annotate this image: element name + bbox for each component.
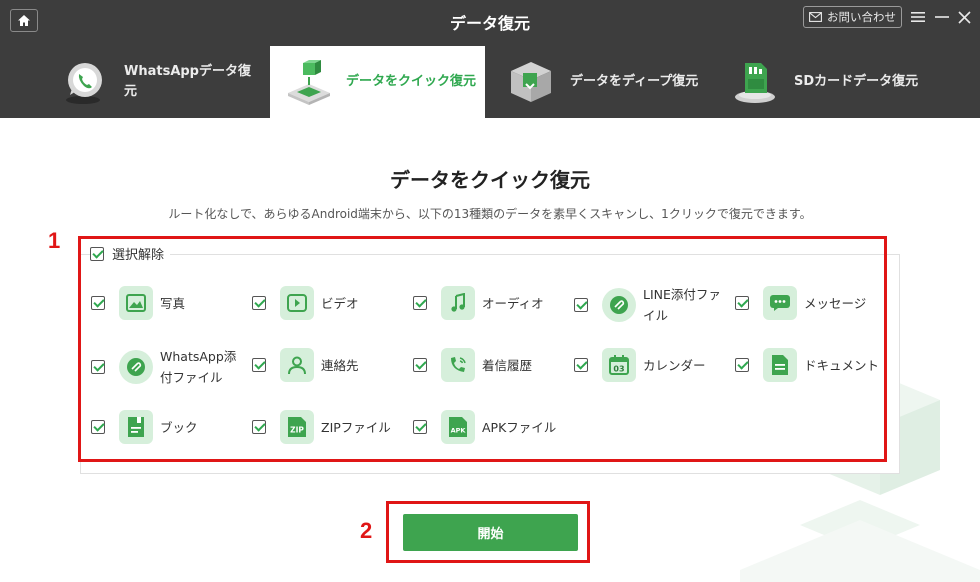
mail-icon [809, 12, 822, 22]
contact-us-label: お問い合わせ [827, 10, 896, 24]
tab-deep-restore[interactable]: データをディープ復元 [506, 46, 706, 118]
menu-icon [911, 12, 925, 22]
whatsapp-icon [58, 57, 108, 107]
minimize-button[interactable] [932, 6, 952, 28]
deep-restore-icon [506, 57, 556, 107]
minimize-icon [935, 16, 949, 18]
quick-restore-icon [284, 57, 334, 107]
page-description: ルート化なしで、あらゆるAndroid端末から、以下の13種類のデータを素早くス… [168, 207, 812, 221]
annotation-box-1 [78, 236, 887, 462]
tab-bar: WhatsAppデータ復元 データをクイック復元 データをディープ復元 SDカー… [0, 40, 980, 118]
tab-label: SDカードデータ復元 [794, 74, 919, 89]
annotation-box-2 [386, 501, 590, 563]
tab-whatsapp-restore[interactable]: WhatsAppデータ復元 [58, 46, 258, 118]
home-button[interactable] [10, 9, 38, 32]
tab-sd-card-restore[interactable]: SDカードデータ復元 [730, 46, 930, 118]
close-icon [957, 10, 971, 24]
menu-button[interactable] [908, 6, 928, 28]
page-title: データをクイック復元 [390, 168, 590, 192]
tab-label: WhatsAppデータ復元 [124, 64, 251, 99]
sd-card-icon [730, 57, 780, 107]
tab-label: データをクイック復元 [346, 74, 477, 89]
title-bar: データ復元 お問い合わせ [0, 0, 980, 40]
home-icon [18, 15, 30, 26]
annotation-number-2: 2 [360, 518, 373, 543]
contact-us-button[interactable]: お問い合わせ [803, 6, 902, 28]
tab-label: データをディープ復元 [570, 74, 699, 89]
annotation-number-1: 1 [48, 228, 61, 253]
close-button[interactable] [954, 6, 974, 28]
tab-quick-restore[interactable]: データをクイック復元 [270, 46, 485, 118]
